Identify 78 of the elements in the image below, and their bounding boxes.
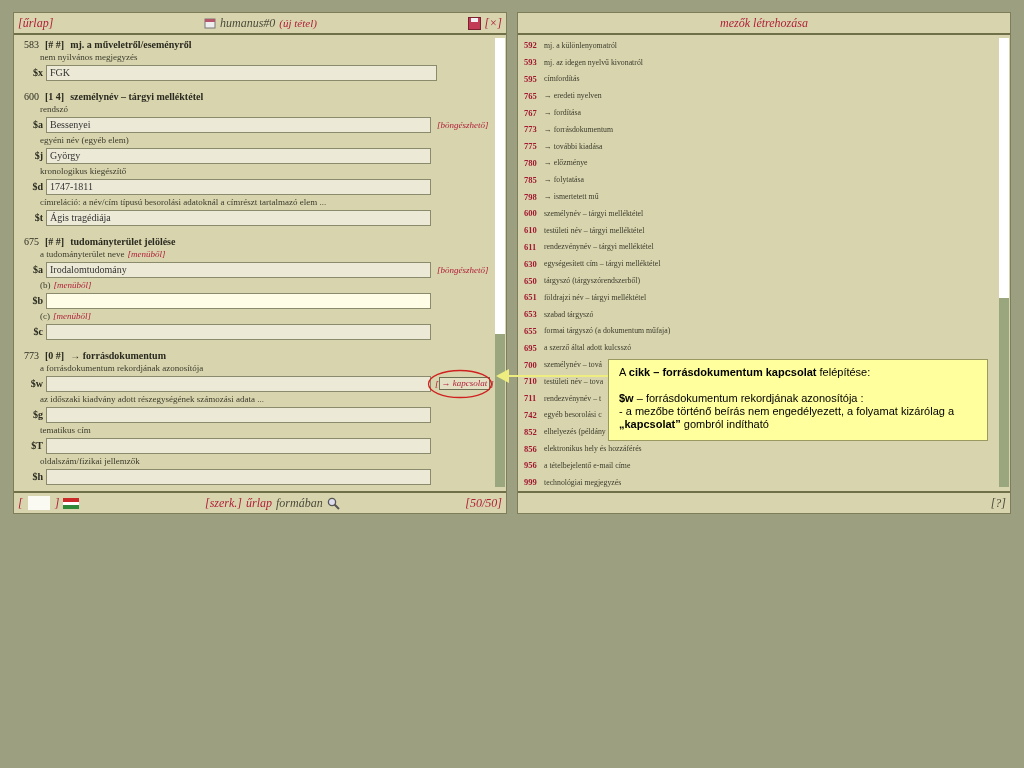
bracket-text: ] xyxy=(490,378,494,389)
subfield-hint: (c) xyxy=(40,311,50,321)
mode-suffix: formában xyxy=(276,495,323,511)
browse-link[interactable]: [böngészhető] xyxy=(437,264,489,275)
subfield-hint: (b) xyxy=(40,280,51,290)
subfield-code: $g xyxy=(32,409,43,420)
subfield-code: $j xyxy=(33,150,43,161)
panel-title: mezők létrehozása xyxy=(720,15,808,31)
subfield-input[interactable] xyxy=(46,437,431,454)
record-counter: [50/50] xyxy=(465,495,502,511)
callout-text: $w – forrásdokumentum rekordjának azonosítója : xyxy=(619,392,865,405)
field-indicators: [# #] xyxy=(45,235,65,247)
subfield-input[interactable]: Bessenyei xyxy=(46,116,431,133)
subfield-code: $t xyxy=(33,212,43,223)
bracket-text: ] xyxy=(54,495,60,511)
zoom-icon[interactable] xyxy=(326,496,340,510)
subfield-hint: a tudományterület neve xyxy=(40,249,125,259)
subfield-hint: kronologikus kiegészítő xyxy=(40,166,127,176)
menu-link[interactable]: [menüből] xyxy=(127,249,166,259)
subfield-code: $x xyxy=(32,67,43,78)
subfield-input[interactable]: Ágis tragédiája xyxy=(46,209,431,226)
subfield-code: $a xyxy=(32,119,43,130)
field-indicators: [0 #] xyxy=(45,349,65,361)
subfield-hint: nem nyilvános megjegyzés xyxy=(40,52,138,62)
subfield-input[interactable] xyxy=(46,375,431,392)
subfield-hint: rendszó xyxy=(40,104,68,114)
subfield-hint: tematikus cím xyxy=(40,425,91,435)
subfield-code: $d xyxy=(31,181,43,192)
subfield-code: $c xyxy=(32,326,43,337)
subfield-input[interactable]: Irodalomtudomány xyxy=(46,261,431,278)
subfield-input[interactable]: 1747-1811 xyxy=(46,178,431,195)
subfield-input[interactable]: György xyxy=(46,147,431,164)
field-title: tudományterület jelölése xyxy=(70,235,176,247)
scrollbar[interactable] xyxy=(495,38,505,487)
help-link[interactable]: [?] xyxy=(990,495,1006,511)
subfield-input[interactable]: FGK xyxy=(46,64,437,81)
menu-link[interactable]: [menüből] xyxy=(53,280,92,290)
subfield-input[interactable] xyxy=(46,406,431,423)
subfield-hint: címreláció: a név/cím típusú besorolási adatoknál a címrészt tartalmazó elem ... xyxy=(40,197,327,207)
subfield-code: $a xyxy=(32,264,43,275)
subfield-code: $h xyxy=(31,471,43,482)
record-status: (új tétel) xyxy=(279,17,317,29)
subfield-input[interactable] xyxy=(46,292,431,309)
link-button[interactable]: → kapcsolat xyxy=(438,377,491,390)
record-title: humanus#0 xyxy=(220,15,276,31)
scrollbar[interactable] xyxy=(999,38,1009,487)
field-tag: 600 xyxy=(24,90,39,102)
mode-text: űrlap xyxy=(246,495,272,511)
bracket-text: [ xyxy=(435,378,439,389)
field-indicators: [# #] xyxy=(45,38,65,50)
subfield-input[interactable] xyxy=(46,468,431,485)
subfield-input[interactable] xyxy=(46,323,431,340)
field-title: mj. a műveletről/eseményről xyxy=(70,38,192,50)
document-icon xyxy=(204,17,216,29)
close-link[interactable]: [×] xyxy=(484,15,502,31)
edit-link[interactable]: [szerk.] xyxy=(204,495,242,511)
subfield-hint: az időszaki kiadvány adott részegységének számozási adata ... xyxy=(40,394,264,404)
bracket-text: [ xyxy=(18,495,23,511)
subfield-hint: a forrásdokumentum rekordjának azonosítója xyxy=(40,363,204,373)
form-menu-link[interactable]: [űrlap] xyxy=(18,15,54,31)
callout-heading: A cikk – forrásdokumentum kapcsolat felépítése: xyxy=(619,366,872,379)
save-icon[interactable] xyxy=(467,16,481,30)
field-indicators: [1 4] xyxy=(45,90,65,102)
subfield-code: $b xyxy=(31,295,43,306)
field-title: → forrásdokumentum xyxy=(70,349,166,361)
field-tag: 773 xyxy=(24,349,39,361)
subfield-code: $T xyxy=(30,440,43,451)
field-title: személynév – tárgyi melléktétel xyxy=(70,90,204,102)
flag-icon[interactable] xyxy=(63,497,80,509)
subfield-hint: egyéni név (egyéb elem) xyxy=(40,135,129,145)
subfield-code: $w xyxy=(29,378,43,389)
callout-text: - a mezőbe történő beírás nem engedélyezett, a folyamat kizárólag a „kapcsolat” gombról indítható xyxy=(619,405,956,431)
menu-link[interactable]: [menüből] xyxy=(53,311,91,321)
blank-field xyxy=(27,496,50,510)
browse-link[interactable]: [böngészhető] xyxy=(437,119,489,130)
field-tag: 583 xyxy=(24,38,39,50)
subfield-hint: oldalszám/fizikai jellemzők xyxy=(40,456,140,466)
field-tag: 675 xyxy=(24,235,39,247)
